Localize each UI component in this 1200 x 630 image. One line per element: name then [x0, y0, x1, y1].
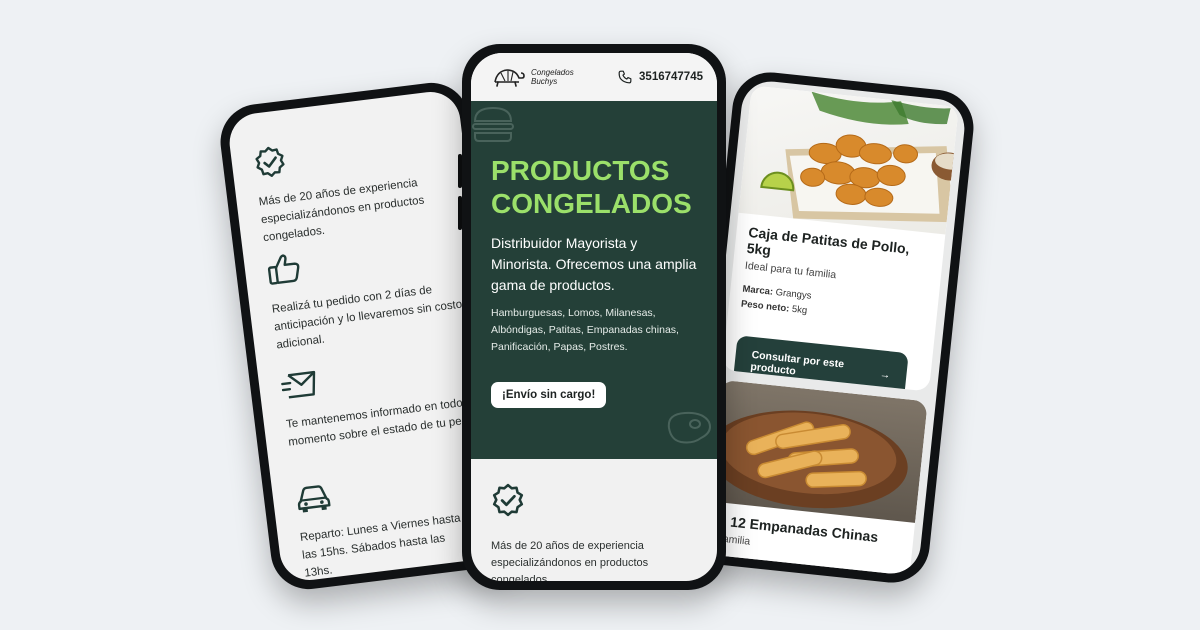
- car-icon: [297, 485, 331, 513]
- phone-contact[interactable]: 3516747745: [618, 70, 703, 84]
- food-photo-illustration: [708, 410, 908, 509]
- brand-label: Marca:: [741, 283, 774, 298]
- steak-icon: [667, 411, 711, 444]
- turtle-logo-icon: [494, 69, 525, 87]
- food-photo-illustration: [760, 91, 959, 223]
- product-card: Caja de Patitas de Pollo, 5kg Ideal para…: [721, 85, 959, 392]
- right-phone-screen: Caja de Patitas de Pollo, 5kg Ideal para…: [694, 78, 968, 577]
- consult-button-label: Consultar por este producto: [749, 348, 845, 378]
- brand-name: Congelados Buchys: [531, 68, 574, 86]
- feature-experience: Más de 20 años de experiencia especializ…: [491, 483, 707, 581]
- center-phone-screen: Congelados Buchys 3516747745 PRODUCTOS C…: [471, 53, 717, 581]
- top-nav: Congelados Buchys 3516747745: [471, 53, 717, 101]
- right-phone-mockup: Caja de Patitas de Pollo, 5kg Ideal para…: [684, 68, 978, 587]
- feature-text: Realizá tu pedido con 2 días de anticipa…: [271, 284, 463, 352]
- center-phone-mockup: Congelados Buchys 3516747745 PRODUCTOS C…: [458, 44, 726, 590]
- feature-text: Reparto: Lunes a Viernes hasta las 15hs.…: [299, 512, 462, 580]
- feature-experience: Más de 20 años de experiencia especializ…: [252, 123, 467, 247]
- free-shipping-button[interactable]: ¡Envío sin cargo!: [491, 382, 607, 408]
- hero-categories: Hamburguesas, Lomos, Milanesas, Albóndig…: [491, 307, 679, 353]
- product-image-nuggets: [738, 85, 959, 235]
- hero-title-line: CONGELADOS: [491, 188, 692, 219]
- envelope-icon: [281, 370, 316, 399]
- product-image-spring-rolls: [708, 379, 928, 523]
- brand-value: Grangys: [775, 287, 812, 302]
- phone-number: 3516747745: [639, 71, 703, 83]
- product-card: de 12 Empanadas Chinas tu familia: [701, 379, 928, 577]
- thumbs-up-icon: [267, 254, 300, 285]
- brand-logo[interactable]: Congelados Buchys: [491, 66, 579, 88]
- burger-icon: [472, 106, 514, 142]
- weight-label: Peso neto:: [740, 298, 790, 315]
- weight-value: 5kg: [791, 303, 808, 317]
- hero-lead: Distribuidor Mayorista y Minorista. Ofre…: [491, 235, 697, 293]
- badge-check-icon: [255, 146, 285, 177]
- feature-text: Más de 20 años de experiencia especializ…: [491, 540, 649, 581]
- feature-tracking: Te mantenemos informado en todo momento …: [280, 347, 492, 451]
- phone-icon: [618, 70, 632, 84]
- badge-check-icon: [492, 483, 524, 517]
- hero-title: PRODUCTOS CONGELADOS: [491, 154, 711, 220]
- arrow-right-icon: →: [879, 368, 891, 382]
- feature-anticipation: Realizá tu pedido con 2 días de anticipa…: [265, 230, 480, 354]
- hero-title-line: PRODUCTOS: [491, 155, 670, 186]
- hero-section: PRODUCTOS CONGELADOS Distribuidor Mayori…: [471, 101, 717, 459]
